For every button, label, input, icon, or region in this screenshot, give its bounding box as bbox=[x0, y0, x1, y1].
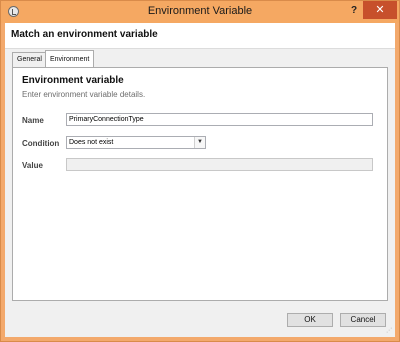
condition-label: Condition bbox=[22, 139, 60, 148]
close-button[interactable]: ✕ bbox=[363, 1, 397, 19]
help-button[interactable]: ? bbox=[347, 4, 361, 18]
dialog-client: Match an environment variable General En… bbox=[5, 23, 395, 337]
header-area: Match an environment variable bbox=[5, 23, 395, 49]
chevron-down-icon[interactable]: ▼ bbox=[194, 137, 205, 148]
title-bar[interactable]: Environment Variable ? ✕ bbox=[1, 1, 399, 23]
window-title: Environment Variable bbox=[147, 5, 253, 17]
resize-grip-icon[interactable]: ⋰ bbox=[386, 327, 394, 335]
ok-button[interactable]: OK bbox=[287, 313, 333, 327]
name-input[interactable]: PrimaryConnectionType bbox=[66, 113, 373, 126]
value-input[interactable] bbox=[66, 158, 373, 171]
section-description: Enter environment variable details. bbox=[22, 90, 146, 99]
condition-select-value: Does not exist bbox=[69, 139, 114, 146]
page-title: Match an environment variable bbox=[11, 29, 158, 40]
tab-panel: Environment variable Enter environment v… bbox=[12, 67, 388, 301]
name-input-value: PrimaryConnectionType bbox=[69, 116, 144, 123]
dialog-window: Environment Variable ? ✕ Match an enviro… bbox=[0, 0, 400, 342]
value-label: Value bbox=[22, 161, 43, 170]
condition-select[interactable]: Does not exist ▼ bbox=[66, 136, 206, 149]
name-label: Name bbox=[22, 116, 44, 125]
section-title: Environment variable bbox=[22, 75, 124, 86]
tab-general[interactable]: General bbox=[12, 52, 47, 67]
cancel-button[interactable]: Cancel bbox=[340, 313, 386, 327]
tab-environment-variable[interactable]: Environment Variable bbox=[45, 50, 95, 80]
